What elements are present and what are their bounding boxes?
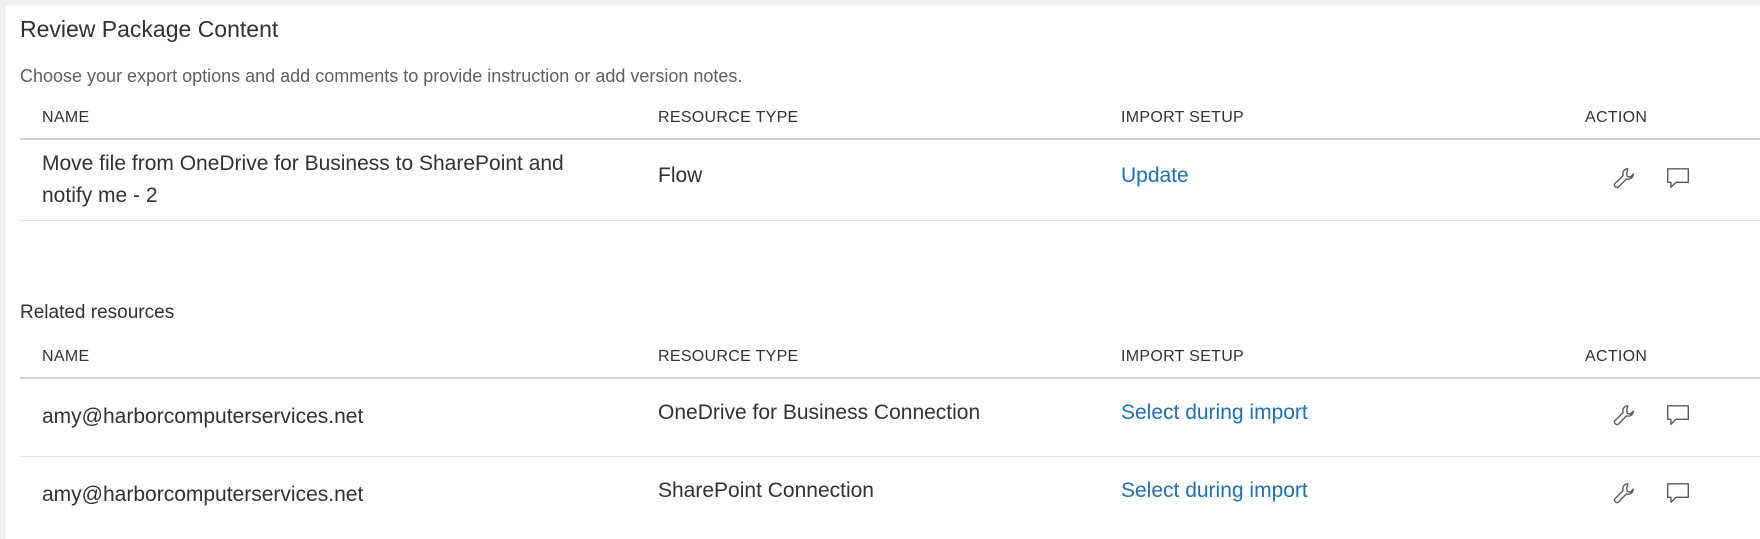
- import-setup-link[interactable]: Select during import: [1121, 401, 1308, 425]
- related-resources-title: Related resources: [20, 302, 175, 323]
- resource-type: SharePoint Connection: [658, 479, 874, 502]
- table-row: amy@harborcomputerservices.net OneDrive …: [20, 379, 1760, 457]
- wrench-icon[interactable]: [1608, 399, 1640, 431]
- wrench-icon[interactable]: [1608, 162, 1640, 194]
- column-header-resource-type: RESOURCE TYPE: [658, 348, 799, 365]
- row-actions: [1608, 162, 1694, 194]
- resource-type: Flow: [658, 164, 703, 187]
- comment-icon[interactable]: [1662, 477, 1694, 509]
- import-setup-link[interactable]: Select during import: [1121, 479, 1308, 503]
- wrench-icon[interactable]: [1608, 477, 1640, 509]
- resource-name-line-1: Move file from OneDrive for Business to …: [42, 152, 564, 175]
- table-row: Move file from OneDrive for Business to …: [20, 140, 1760, 221]
- review-package-panel: Review Package Content Choose your expor…: [6, 6, 1760, 539]
- column-header-name: NAME: [42, 109, 90, 126]
- column-header-resource-type: RESOURCE TYPE: [658, 109, 799, 126]
- resource-name: amy@harborcomputerservices.net: [42, 483, 364, 506]
- import-setup-link[interactable]: Update: [1121, 164, 1189, 188]
- column-header-import-setup: IMPORT SETUP: [1121, 109, 1245, 126]
- table-header: NAME RESOURCE TYPE IMPORT SETUP ACTION: [20, 98, 1760, 140]
- page-title: Review Package Content: [20, 16, 279, 42]
- comment-icon[interactable]: [1662, 399, 1694, 431]
- page-subtitle: Choose your export options and add comme…: [20, 66, 743, 86]
- package-content-table: NAME RESOURCE TYPE IMPORT SETUP ACTION M…: [20, 98, 1760, 221]
- column-header-action: ACTION: [1585, 348, 1648, 365]
- resource-name: amy@harborcomputerservices.net: [42, 405, 364, 428]
- row-actions: [1608, 477, 1694, 509]
- related-resources-table: NAME RESOURCE TYPE IMPORT SETUP ACTION a…: [20, 337, 1760, 534]
- column-header-import-setup: IMPORT SETUP: [1121, 348, 1245, 365]
- table-row: amy@harborcomputerservices.net SharePoin…: [20, 457, 1760, 534]
- resource-name: Move file from OneDrive for Business to …: [42, 148, 642, 212]
- resource-name-line-2: notify me - 2: [42, 184, 158, 207]
- row-actions: [1608, 399, 1694, 431]
- resource-type: OneDrive for Business Connection: [658, 401, 981, 424]
- table-header: NAME RESOURCE TYPE IMPORT SETUP ACTION: [20, 337, 1760, 379]
- column-header-name: NAME: [42, 348, 90, 365]
- column-header-action: ACTION: [1585, 109, 1648, 126]
- comment-icon[interactable]: [1662, 162, 1694, 194]
